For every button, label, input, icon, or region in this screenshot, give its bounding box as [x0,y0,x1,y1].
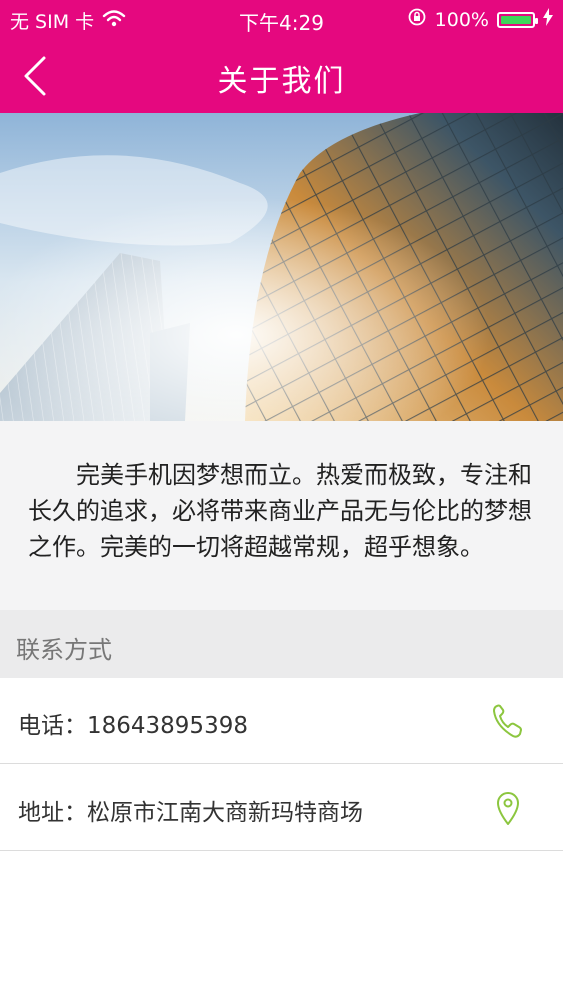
section-title: 联系方式 [16,636,112,664]
charging-icon [543,8,553,31]
intro-paragraph: 完美手机因梦想而立。热爱而极致，专注和长久的追求，必将带来商业产品无与伦比的梦想… [28,461,532,561]
contact-section-header: 联系方式 [0,610,563,678]
phone-text: 电话：18643895398 [18,706,248,740]
phone-number: 18643895398 [87,713,248,739]
phone-icon[interactable] [491,702,525,740]
hero-image [0,113,563,421]
address-row[interactable]: 地址：松原市江南大商新玛特商场 [0,765,563,851]
phone-label: 电话： [18,713,87,739]
location-pin-icon[interactable] [491,789,525,827]
address-label: 地址： [18,800,87,826]
intro-section: 完美手机因梦想而立。热爱而极致，专注和长久的追求，必将带来商业产品无与伦比的梦想… [0,421,563,610]
phone-row[interactable]: 电话：18643895398 [0,678,563,764]
battery-percent: 100% [434,8,489,31]
address-value: 松原市江南大商新玛特商场 [87,800,363,826]
nav-bar: 关于我们 [0,36,563,113]
battery-icon [497,11,538,28]
address-text: 地址：松原市江南大商新玛特商场 [18,793,363,827]
status-bar: 无 SIM 卡 下午4:29 100% [0,0,563,36]
status-right: 100% [407,7,553,32]
page-title: 关于我们 [217,64,346,99]
header-bar: 无 SIM 卡 下午4:29 100% 关于我们 [0,0,563,113]
orientation-lock-icon [407,7,427,32]
